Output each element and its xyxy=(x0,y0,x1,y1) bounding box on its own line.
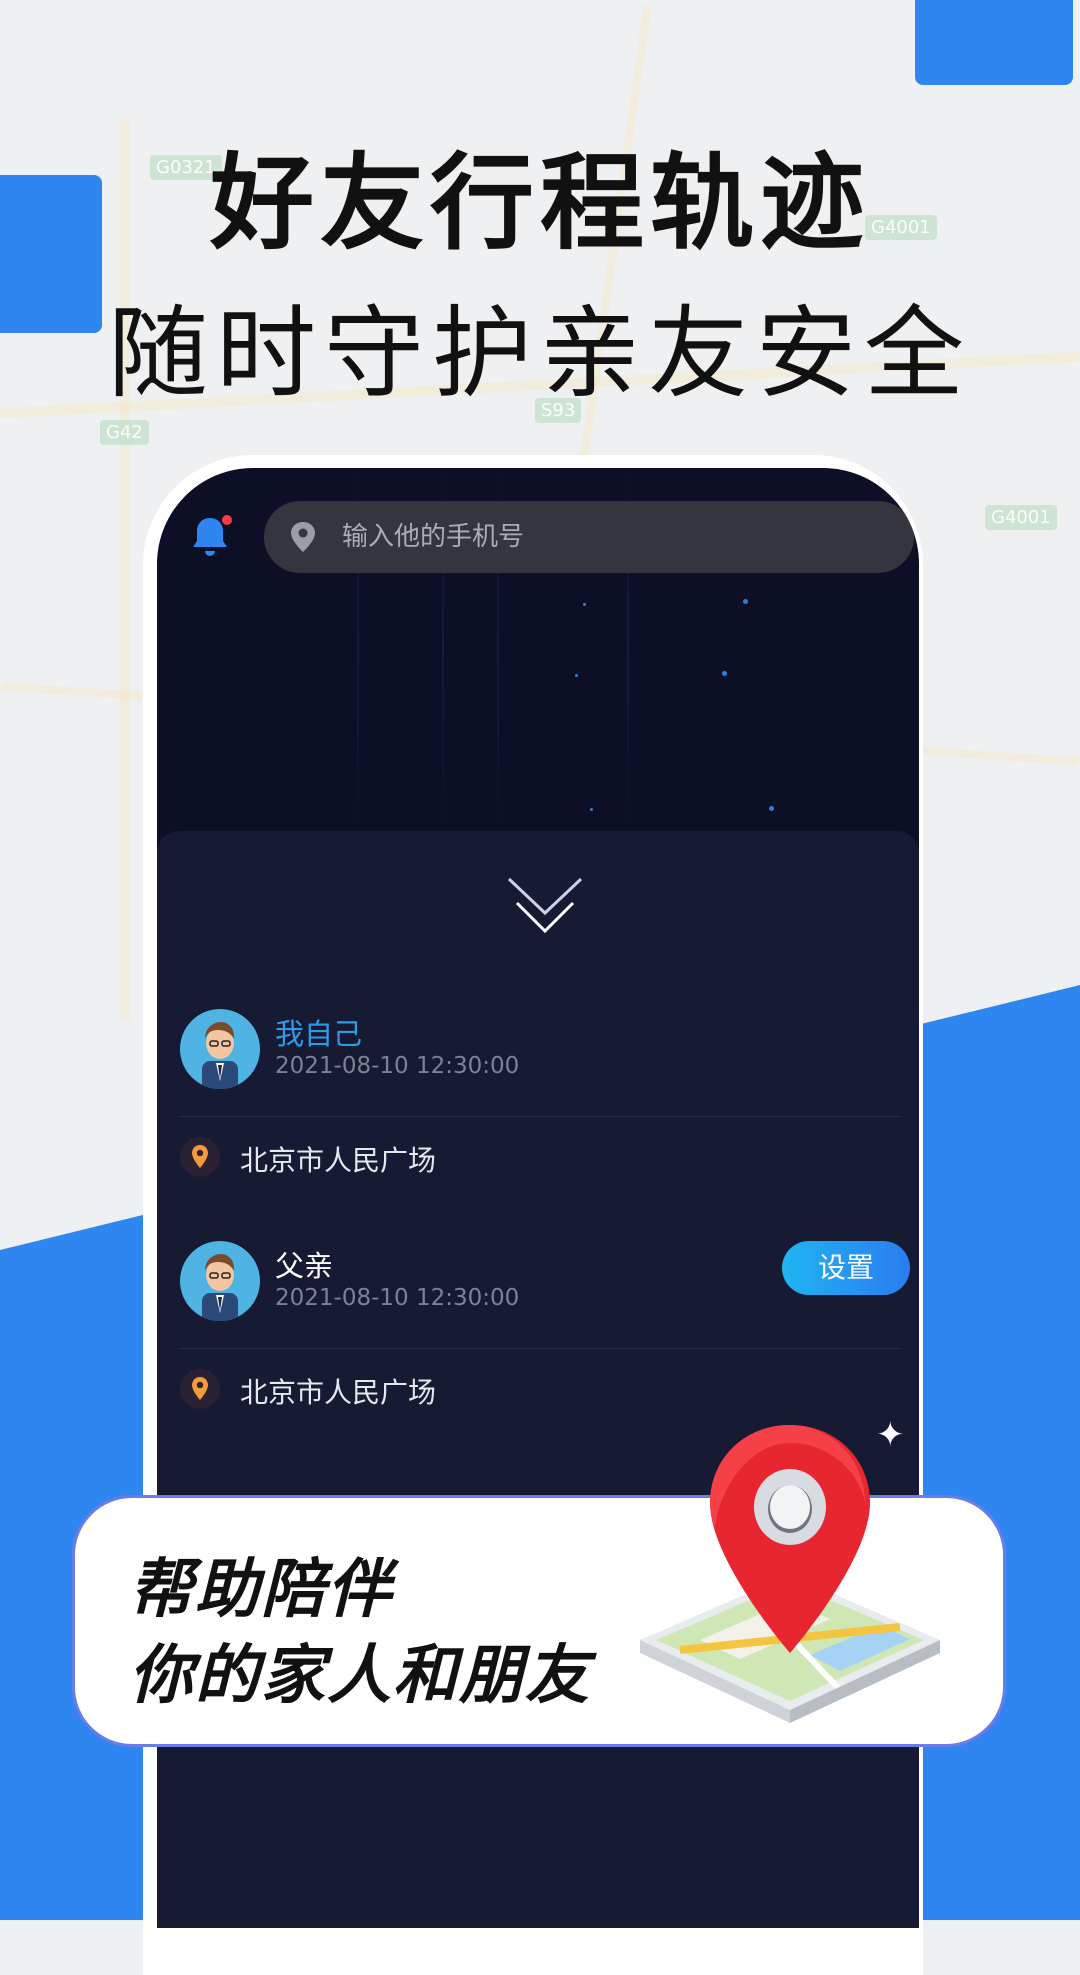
contact-location: 北京市人民广场 xyxy=(240,1144,437,1177)
divider xyxy=(180,1348,900,1349)
star-dot xyxy=(743,599,748,604)
star-dot xyxy=(590,808,593,811)
phone-search-input[interactable]: 输入他的手机号 xyxy=(264,501,914,573)
chevron-down-icon[interactable] xyxy=(505,873,585,943)
contact-name: 父亲 xyxy=(275,1249,334,1283)
map-road-label: G42 xyxy=(100,420,149,445)
location-pin-icon xyxy=(180,1369,220,1409)
divider xyxy=(180,1116,900,1117)
promo-line-1: 帮助陪伴 xyxy=(129,1553,393,1627)
contact-name: 我自己 xyxy=(275,1017,363,1051)
contact-item[interactable]: 父亲 2021-08-10 12:30:00 设置 北京市人民广场 xyxy=(180,1241,910,1421)
notification-dot xyxy=(222,515,232,525)
avatar xyxy=(180,1009,260,1089)
star-dot xyxy=(722,671,727,676)
promo-line-2: 你的家人和朋友 xyxy=(129,1639,591,1713)
contact-time: 2021-08-10 12:30:00 xyxy=(275,1053,520,1079)
avatar xyxy=(180,1241,260,1321)
star-dot xyxy=(583,603,586,606)
headline-primary: 好友行程轨迹 xyxy=(209,142,870,264)
star-dot xyxy=(575,674,578,677)
contact-item[interactable]: 我自己 2021-08-10 12:30:00 北京市人民广场 xyxy=(180,1009,900,1189)
contact-location: 北京市人民广场 xyxy=(240,1376,437,1409)
settings-button[interactable]: 设置 xyxy=(782,1241,910,1295)
map-pin-icon xyxy=(640,1425,940,1723)
headline-secondary: 随时守护亲友安全 xyxy=(108,295,972,412)
map-road-label: G4001 xyxy=(985,505,1057,530)
star-dot xyxy=(769,806,774,811)
contacts-sheet: 我自己 2021-08-10 12:30:00 北京市人民广场 父亲 2021-… xyxy=(157,831,919,1928)
location-pin-icon xyxy=(291,522,315,552)
blue-square-decoration xyxy=(915,0,1073,85)
search-placeholder: 输入他的手机号 xyxy=(342,522,525,552)
location-pin-icon xyxy=(180,1137,220,1177)
contact-time: 2021-08-10 12:30:00 xyxy=(275,1285,520,1311)
